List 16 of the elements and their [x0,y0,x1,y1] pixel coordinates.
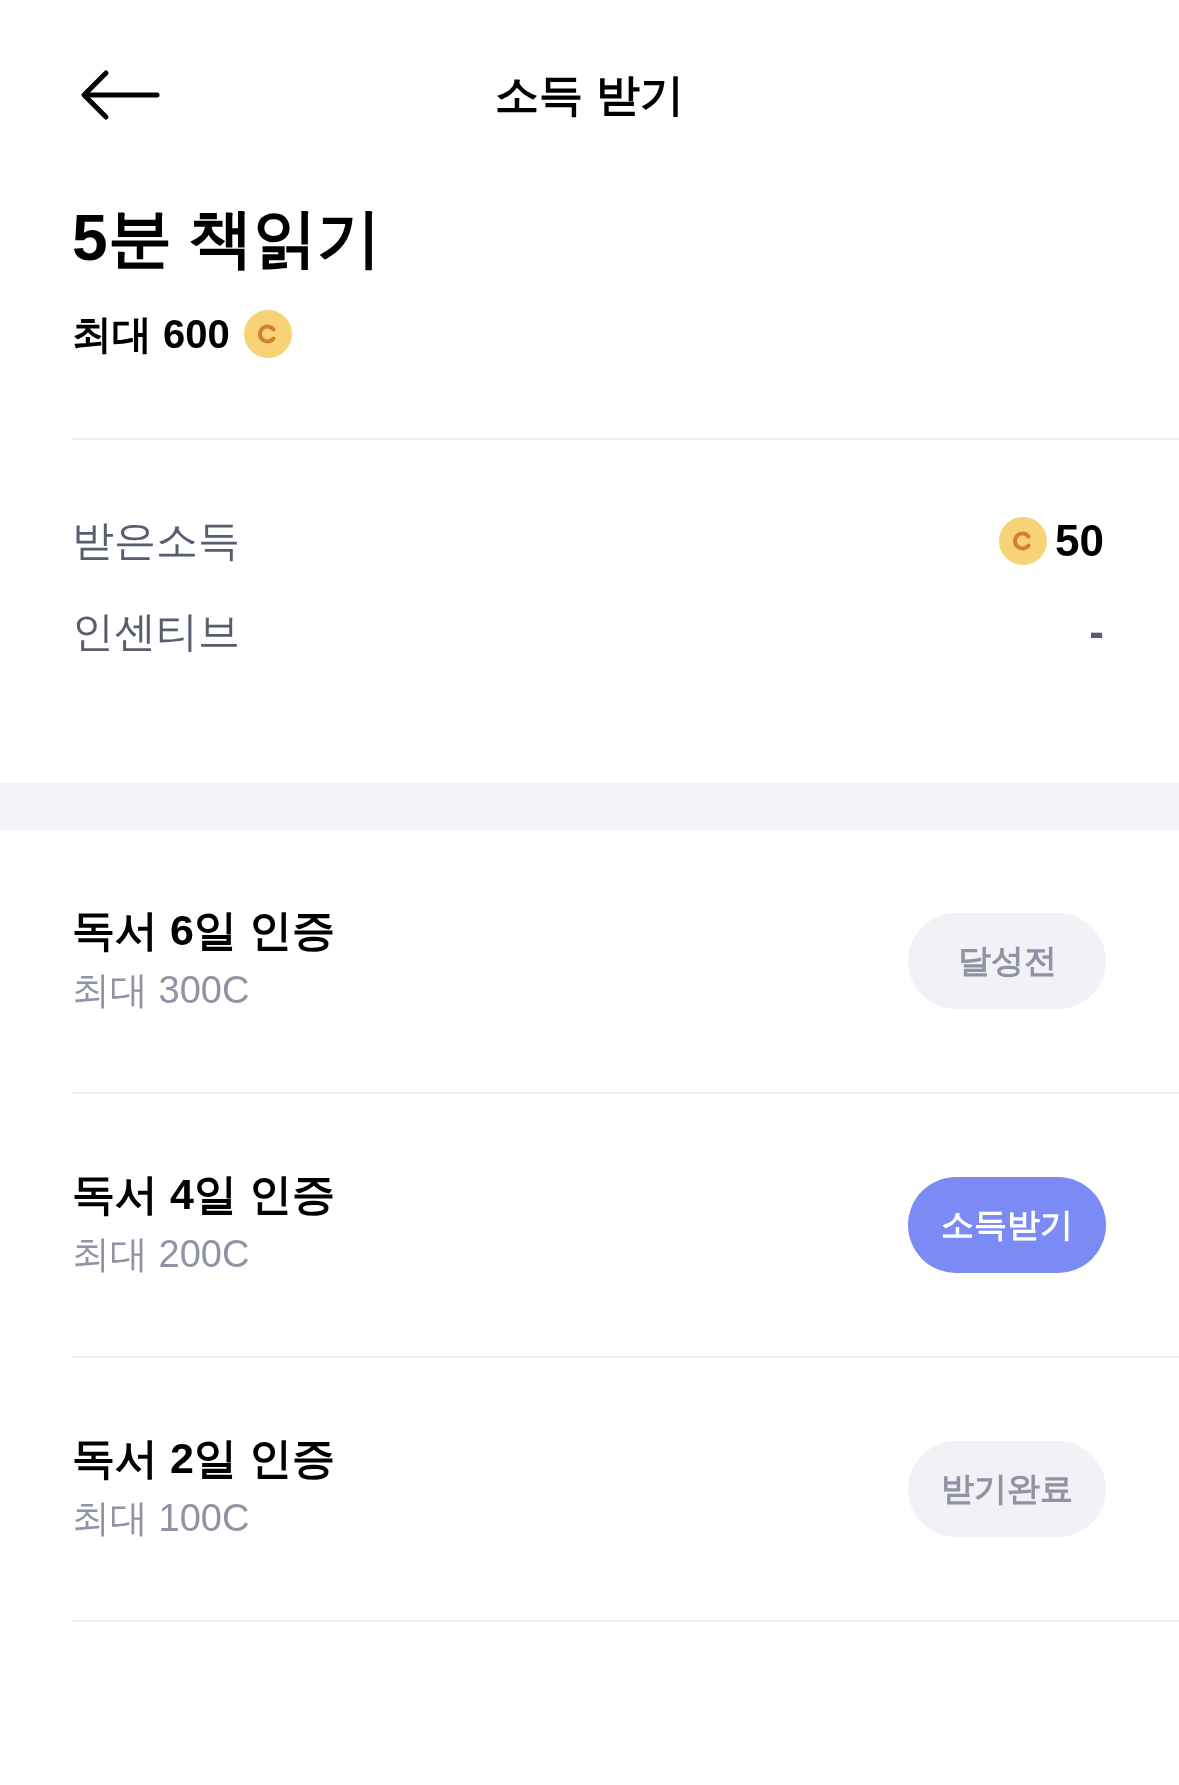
mission-title: 독서 6일 인증 [72,905,335,955]
mission-reward: 최대 100C [72,1496,250,1541]
earning-label: 받은소득 [72,516,240,566]
back-button[interactable] [80,69,160,121]
mission-title: 독서 2일 인증 [72,1433,335,1483]
mission-reward: 최대 200C [72,1232,250,1277]
max-reward-text: 최대 600 [72,311,230,358]
mission-title: 독서 4일 인증 [72,1169,335,1219]
claim-button[interactable]: 소득받기 [908,1177,1106,1273]
coin-icon [243,310,292,358]
earning-label: 인센티브 [72,607,240,657]
earning-value: - [1089,606,1104,658]
mission-reward: 최대 300C [72,968,250,1013]
page-title: 소득 받기 [495,69,684,121]
challenge-title: 5분 책읽기 [72,201,382,276]
earning-value: 50 [1055,515,1104,567]
